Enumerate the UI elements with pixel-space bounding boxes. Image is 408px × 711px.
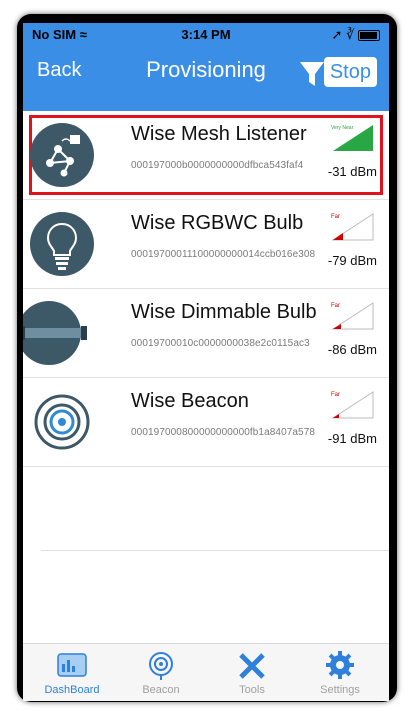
signal-rssi: -31 dBm <box>327 164 377 179</box>
device-name: Wise Dimmable Bulb <box>131 301 317 323</box>
device-list: Wise Mesh Listener 000197000b0000000000d… <box>23 111 389 467</box>
bluetooth-icon: ∛ <box>346 27 355 42</box>
tab-beacon[interactable]: Beacon <box>120 644 202 701</box>
tab-tools[interactable]: Tools <box>211 644 293 701</box>
signal-label: Far <box>331 214 340 220</box>
list-divider <box>41 550 389 551</box>
list-item[interactable]: Wise Beacon 000197000800000000000fb1a840… <box>23 378 389 467</box>
list-item[interactable]: Wise Mesh Listener 000197000b0000000000d… <box>23 111 389 200</box>
beacon-icon <box>30 390 94 454</box>
signal-label: Far <box>331 392 340 398</box>
device-name: Wise Beacon <box>131 390 249 412</box>
bulb-icon <box>30 212 94 276</box>
device-id: 000197000b0000000000dfbca543faf4 <box>131 160 304 171</box>
device-id: 000197000800000000000fb1a8407a578 <box>131 427 316 438</box>
beacon-tab-icon <box>149 652 173 680</box>
tab-label: Beacon <box>142 684 180 696</box>
list-item[interactable]: Wise Dimmable Bulb 00019700010c000000003… <box>23 289 389 378</box>
screen: No SIM ≈ 3:14 PM ➚ ∛ Back Provisioning S… <box>23 23 389 701</box>
stop-button[interactable]: Stop <box>323 57 377 87</box>
tab-label: DashBoard <box>44 684 100 696</box>
gear-icon <box>326 651 354 679</box>
signal-label: Very Near <box>331 125 354 131</box>
device-name: Wise Mesh Listener <box>131 123 307 145</box>
list-item[interactable]: Wise RGBWC Bulb 00019700011100000000014c… <box>23 200 389 289</box>
device-id: 00019700011100000000014ccb016e308 <box>131 249 316 260</box>
status-icons: ➚ ∛ <box>332 27 380 43</box>
dashboard-icon <box>57 653 87 677</box>
tab-label: Tools <box>239 684 265 696</box>
signal-rssi: -79 dBm <box>327 253 377 268</box>
location-icon: ➚ <box>331 27 343 42</box>
signal-label: Far <box>331 303 340 309</box>
tools-icon <box>239 653 265 679</box>
tab-settings[interactable]: Settings <box>299 644 381 701</box>
signal-rssi: -91 dBm <box>327 431 377 446</box>
tab-bar: DashBoard Beacon Tools Settings <box>23 643 389 701</box>
navigation-bar: Back Provisioning Stop <box>23 47 389 111</box>
signal-rssi: -86 dBm <box>327 342 377 357</box>
device-id: 00019700010c0000000038e2c0115ac3 <box>131 338 310 349</box>
mesh-listener-icon <box>30 123 94 187</box>
tube-light-icon <box>23 301 87 365</box>
filter-icon[interactable] <box>299 61 325 87</box>
tab-label: Settings <box>320 684 360 696</box>
device-name: Wise RGBWC Bulb <box>131 212 304 234</box>
status-bar: No SIM ≈ 3:14 PM ➚ ∛ <box>23 23 389 47</box>
tab-dashboard[interactable]: DashBoard <box>31 644 113 701</box>
battery-icon <box>358 30 380 42</box>
